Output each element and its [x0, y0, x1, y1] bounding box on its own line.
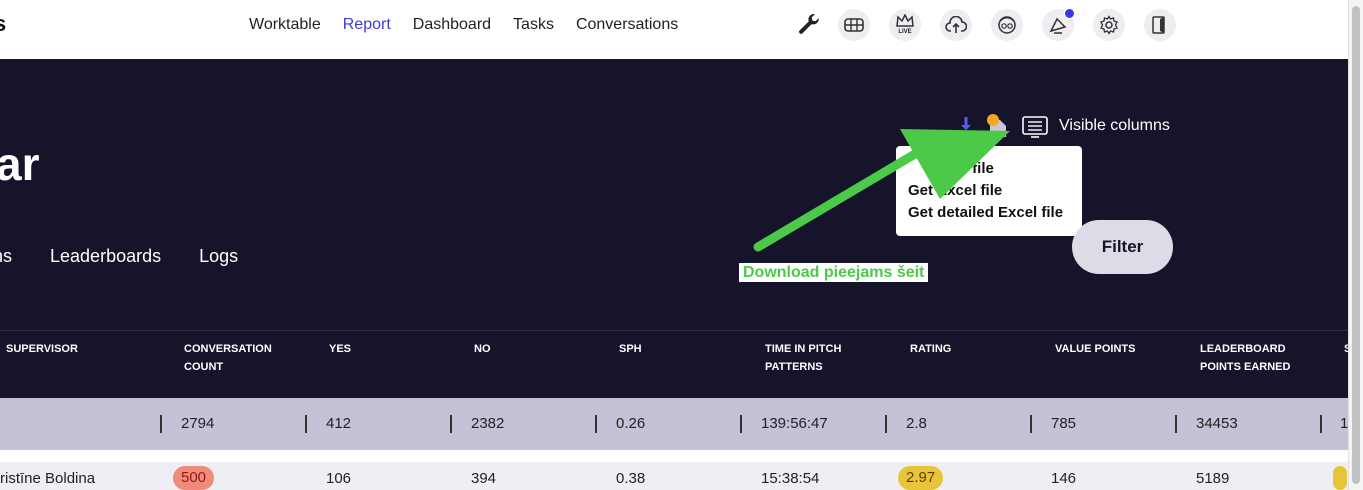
- total-leaderboard-points: 34453: [1196, 415, 1238, 432]
- nav-dashboard[interactable]: Dashboard: [413, 16, 491, 34]
- col-time-in-pitch-patterns[interactable]: TIME IN PITCH PATTERNS: [765, 340, 855, 376]
- row-partial-badge: [1333, 466, 1347, 490]
- top-navbar: s Worktable Report Dashboard Tasks Conve…: [0, 0, 1348, 59]
- cell-separator: [160, 415, 162, 433]
- nav-worktable[interactable]: Worktable: [249, 16, 321, 34]
- annotation-label: Download pieejams šeit: [739, 263, 929, 282]
- total-sph: 0.26: [616, 415, 646, 432]
- nav-tasks[interactable]: Tasks: [513, 16, 554, 34]
- columns-icon[interactable]: [1022, 116, 1048, 138]
- nav-report[interactable]: Report: [343, 16, 391, 34]
- table-row[interactable]: Kristīne Boldina 500 106 394 0.38 15:38:…: [0, 450, 1348, 490]
- tab-partial[interactable]: ns: [0, 246, 12, 267]
- total-time: 139:56:47: [761, 415, 828, 432]
- live-label: LIVE: [898, 29, 912, 35]
- row-sph: 0.38: [616, 470, 646, 487]
- totals-row: 2794 412 2382 0.26 139:56:47 2.8 785 344…: [0, 398, 1348, 450]
- cell-separator: [1175, 415, 1177, 433]
- live-crown-icon[interactable]: LIVE: [889, 9, 921, 41]
- brand-logo[interactable]: s: [0, 11, 6, 37]
- vertical-scrollbar[interactable]: [1348, 0, 1363, 490]
- row-value-points: 146: [1051, 470, 1077, 487]
- nav-icon-bar: LIVE: [795, 8, 1195, 41]
- total-value-points: 785: [1051, 415, 1077, 432]
- report-header: ar ns Leaderboards Logs Visible columns …: [0, 59, 1351, 398]
- cell-separator: [305, 415, 307, 433]
- row-rating-badge: 2.97: [898, 466, 944, 490]
- total-yes: 412: [326, 415, 352, 432]
- tab-leaderboards[interactable]: Leaderboards: [50, 246, 161, 267]
- row-no: 394: [471, 470, 497, 487]
- wrench-icon[interactable]: [795, 11, 823, 39]
- upload-cloud-icon[interactable]: [940, 9, 972, 41]
- filter-button[interactable]: Filter: [1072, 220, 1173, 274]
- col-sph[interactable]: SPH: [619, 340, 642, 358]
- visible-columns-button[interactable]: Visible columns: [1059, 117, 1170, 135]
- col-supervisor[interactable]: SUPERVISOR: [6, 340, 78, 358]
- settings-icon[interactable]: [1093, 9, 1125, 41]
- notification-dot: [1064, 8, 1075, 19]
- cell-separator: [450, 415, 452, 433]
- report-tabs: ns Leaderboards Logs: [0, 246, 276, 267]
- total-conversation-count: 2794: [181, 415, 215, 432]
- row-supervisor-name: Kristīne Boldina: [0, 470, 96, 487]
- tab-logs[interactable]: Logs: [199, 246, 238, 267]
- total-no: 2382: [471, 415, 505, 432]
- cell-separator: [1030, 415, 1032, 433]
- logout-icon[interactable]: [1144, 9, 1176, 41]
- scrollbar-thumb[interactable]: [1352, 6, 1360, 484]
- row-time: 15:38:54: [761, 470, 820, 487]
- cell-separator: [885, 415, 887, 433]
- col-value-points[interactable]: VALUE POINTS: [1055, 340, 1135, 358]
- avatar-icon[interactable]: [991, 9, 1023, 41]
- row-leaderboard-points: 5189: [1196, 470, 1230, 487]
- annotation-arrow: [753, 129, 1010, 252]
- nav-conversations[interactable]: Conversations: [576, 16, 678, 34]
- row-count-badge: 500: [173, 466, 215, 490]
- cell-separator: [1320, 415, 1322, 433]
- main-nav: Worktable Report Dashboard Tasks Convers…: [249, 16, 700, 34]
- page-title: ar: [0, 138, 40, 190]
- col-leaderboard-points[interactable]: LEADERBOARD POINTS EARNED: [1200, 340, 1300, 376]
- col-conversation-count[interactable]: CONVERSATION COUNT: [184, 340, 284, 376]
- notification-icon[interactable]: [1042, 8, 1075, 41]
- col-rating[interactable]: RATING: [910, 340, 951, 358]
- col-yes[interactable]: YES: [329, 340, 351, 358]
- cell-separator: [595, 415, 597, 433]
- worktable-icon[interactable]: [838, 9, 870, 41]
- header-divider: [0, 330, 1348, 331]
- row-yes: 106: [326, 470, 352, 487]
- total-rating: 2.8: [906, 415, 927, 432]
- col-no[interactable]: NO: [474, 340, 491, 358]
- cell-separator: [740, 415, 742, 433]
